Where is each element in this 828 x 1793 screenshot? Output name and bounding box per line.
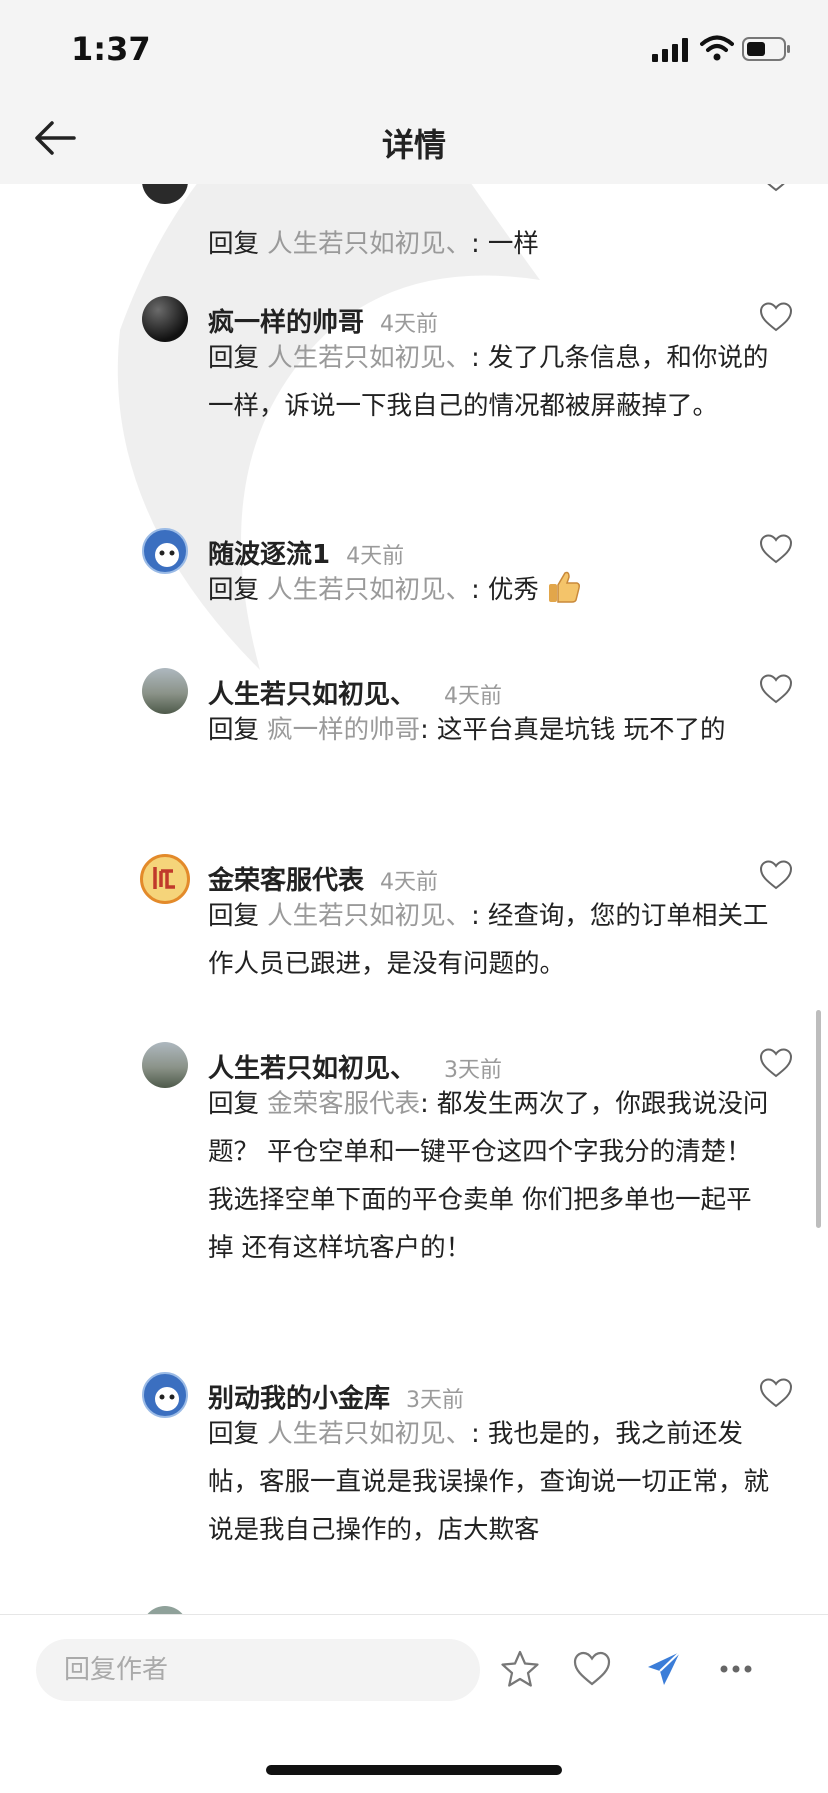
scrollbar[interactable]: [816, 1010, 821, 1228]
heart-icon[interactable]: [759, 860, 793, 890]
comment-content: 回复 人生若只如初见、: 优秀: [208, 566, 770, 614]
avatar[interactable]: [142, 296, 188, 342]
reply-input[interactable]: [36, 1639, 480, 1701]
reply-label: 回复: [208, 901, 260, 931]
comment-content: 回复 人生若只如初见、: 经查询，您的订单相关工作人员已跟进，是没有问题的。: [208, 892, 770, 988]
comment-content: 回复 人生若只如初见、: 一样: [208, 220, 770, 268]
comment-content: 回复 人生若只如初见、: 我也是的，我之前还发帖，客服一直说是我误操作，查询说一…: [208, 1410, 770, 1554]
reply-label: 回复: [208, 229, 260, 259]
star-icon[interactable]: [500, 1649, 540, 1689]
page-title: 详情: [381, 126, 446, 164]
share-icon[interactable]: [644, 1649, 684, 1689]
comment-content: 回复 疯一样的帅哥: 这平台真是坑钱 玩不了的: [208, 706, 770, 754]
reply-target[interactable]: 人生若只如初见、: [267, 901, 471, 931]
heart-icon[interactable]: [759, 184, 793, 192]
bottom-action-bar: [0, 1614, 828, 1793]
avatar[interactable]: [142, 1606, 188, 1614]
cellular-signal-icon: [652, 38, 688, 62]
top-bar: 1:37 详情: [0, 0, 828, 184]
heart-icon[interactable]: [759, 1048, 793, 1078]
reply-target[interactable]: 人生若只如初见、: [267, 343, 471, 373]
home-indicator[interactable]: [266, 1765, 562, 1775]
status-time: 1:37: [71, 30, 151, 68]
heart-icon[interactable]: [759, 1378, 793, 1408]
reply-target[interactable]: 疯一样的帅哥: [267, 715, 420, 745]
comment-content: 回复 人生若只如初见、: 发了几条信息，和你说的一样，诉说一下我自己的情况都被屏…: [208, 334, 770, 430]
avatar[interactable]: [140, 854, 190, 904]
reply-label: 回复: [208, 1419, 260, 1449]
reply-target[interactable]: 人生若只如初见、: [267, 229, 471, 259]
thumbs-up-emoji-icon: [548, 571, 580, 603]
heart-icon[interactable]: [759, 534, 793, 564]
reply-target[interactable]: 人生若只如初见、: [267, 1419, 471, 1449]
heart-icon[interactable]: [759, 302, 793, 332]
company-logo-icon: [153, 867, 175, 889]
reply-target[interactable]: 金荣客服代表: [267, 1089, 420, 1119]
battery-icon: [742, 37, 790, 61]
avatar[interactable]: [142, 528, 188, 574]
reply-label: 回复: [208, 343, 260, 373]
heart-icon[interactable]: [572, 1649, 612, 1689]
avatar[interactable]: [142, 668, 188, 714]
avatar[interactable]: [142, 1372, 188, 1418]
avatar[interactable]: [142, 1042, 188, 1088]
reply-label: 回复: [208, 575, 260, 605]
reply-target[interactable]: 人生若只如初见、: [267, 575, 471, 605]
partial-comment-header: [0, 184, 828, 204]
reply-label: 回复: [208, 1089, 260, 1119]
wifi-icon: [700, 35, 734, 61]
reply-text: : 一样: [471, 229, 539, 259]
reply-text: : 优秀: [471, 575, 539, 605]
reply-label: 回复: [208, 715, 260, 745]
more-icon[interactable]: [716, 1649, 756, 1689]
comment-list[interactable]: 回复 人生若只如初见、: 一样 疯一样的帅哥 4天前 回复 人生若只如初见、: 发…: [0, 184, 828, 1614]
avatar-mascot-icon: [155, 543, 179, 567]
avatar[interactable]: [142, 184, 188, 204]
avatar-mascot-icon: [155, 1387, 179, 1411]
comment-content: 回复 金荣客服代表: 都发生两次了，你跟我说没问题？ 平仓空单和一键平仓这四个字…: [208, 1080, 770, 1272]
heart-icon[interactable]: [759, 674, 793, 704]
reply-text: : 这平台真是坑钱 玩不了的: [420, 715, 726, 745]
